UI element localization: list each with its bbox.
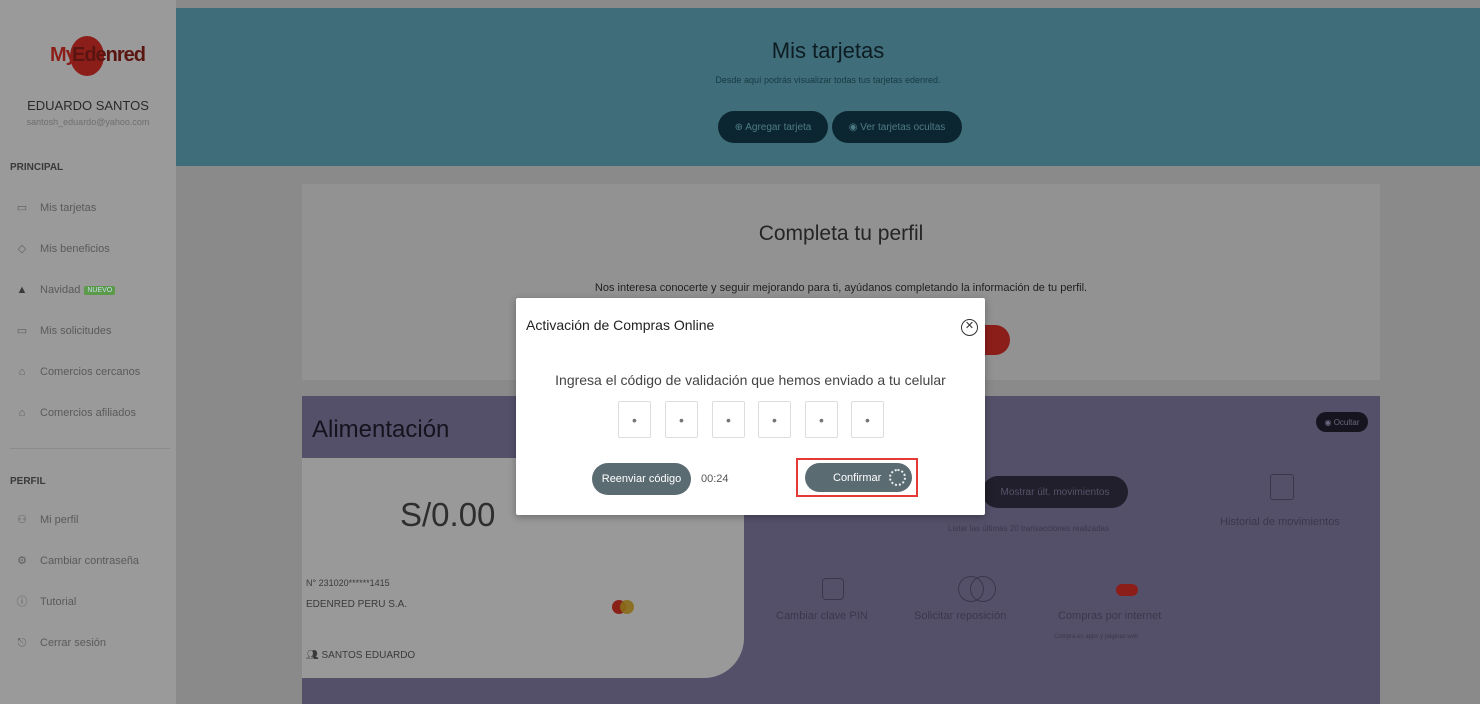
hide-card-button[interactable]: ◉ Ocultar (1316, 412, 1368, 432)
card-holder-name: SANTOS EDUARDO (321, 650, 416, 661)
otp-digit-4[interactable] (758, 401, 791, 438)
modal-instruction: Ingresa el código de validación que hemo… (555, 372, 946, 388)
confirm-button[interactable]: Confirmar (805, 463, 912, 492)
pin-card-icon[interactable] (822, 578, 844, 600)
change-pin-label[interactable]: Cambiar clave PIN (776, 610, 868, 622)
sidebar-item-cambiar-contrasena[interactable]: ⚙ Cambiar contraseña (16, 553, 139, 569)
replacement-icon-right (970, 576, 996, 602)
section-principal: PRINCIPAL (10, 162, 64, 173)
calendar-icon[interactable] (1270, 474, 1294, 500)
sidebar-item-label: Mis solicitudes (40, 325, 112, 337)
sidebar-item-label: Mis tarjetas (40, 202, 97, 214)
info-icon: ⓘ (16, 596, 28, 608)
sidebar-item-comercios-cercanos[interactable]: ⌂ Comercios cercanos (16, 364, 141, 380)
user-email: santosh_eduardo@yahoo.com (26, 117, 150, 127)
user-name: EDUARDO SANTOS (27, 98, 149, 113)
card-icon: ▭ (16, 325, 28, 337)
sidebar-divider (10, 448, 170, 449)
store-icon: ⌂ (18, 407, 26, 419)
sidebar-item-label: Mi perfil (40, 514, 79, 526)
movements-subtitle: Listar las últimas 20 transacciones real… (948, 524, 1109, 533)
tag-icon: ◇ (17, 243, 27, 255)
confirm-button-label: Confirmar (833, 471, 882, 484)
gear-icon: ⚙ (17, 555, 27, 567)
replacement-label[interactable]: Solicitar reposición (914, 610, 1006, 622)
online-activation-modal: Activación de Compras Online ✕ Ingresa e… (516, 298, 985, 515)
complete-profile-button[interactable] (982, 325, 1010, 355)
otp-digit-6[interactable] (851, 401, 884, 438)
page-title: Mis tarjetas (771, 38, 885, 63)
sidebar-item-label: Cerrar sesión (40, 637, 107, 649)
close-icon[interactable]: ✕ (961, 319, 978, 336)
add-card-button[interactable]: ⊕ Agregar tarjeta (718, 111, 828, 143)
section-perfil: PERFIL (10, 476, 46, 487)
sidebar-item-label: Comercios afiliados (40, 407, 136, 419)
sidebar-item-cerrar-sesion[interactable]: ⎋ Cerrar sesión (16, 635, 106, 651)
profile-title: Completa tu perfil (758, 222, 924, 245)
edenred-logo[interactable]: My Edenred (44, 36, 146, 76)
history-label[interactable]: Historial de movimientos (1220, 516, 1340, 528)
page-header: Mis tarjetas Desde aquí podrás visualiza… (176, 8, 1480, 166)
sidebar-item-comercios-afiliados[interactable]: ⌂ Comercios afiliados (16, 405, 136, 421)
sidebar-item-navidad[interactable]: ▲ Navidad NUEVO (16, 282, 116, 298)
sidebar-item-mis-tarjetas[interactable]: ▭ Mis tarjetas (16, 200, 96, 216)
logout-icon: ⎋ (17, 637, 27, 649)
location-icon: ⌂ (18, 366, 26, 378)
online-purchases-toggle[interactable] (1116, 584, 1138, 596)
loading-spinner-icon (889, 469, 906, 486)
internet-purchases-subtitle: Compra en apps y páginas web (1054, 634, 1139, 640)
mastercard-logo-right (620, 600, 634, 614)
sidebar-item-label: Navidad (40, 284, 81, 296)
sidebar-item-label: Mis beneficios (40, 243, 110, 255)
card-company: EDENRED PERU S.A. (306, 599, 408, 610)
hidden-cards-button[interactable]: ◉ Ver tarjetas ocultas (832, 111, 962, 143)
otp-digit-1[interactable] (618, 401, 651, 438)
sidebar-item-mi-perfil[interactable]: ⚇ Mi perfil (16, 512, 79, 528)
logo-text-edenred: Edenred (72, 44, 146, 66)
internet-purchases-label: Compras por internet (1058, 610, 1162, 622)
sidebar-item-mis-beneficios[interactable]: ◇ Mis beneficios (16, 241, 110, 257)
sidebar-item-label: Comercios cercanos (40, 366, 141, 378)
sidebar-item-tutorial[interactable]: ⓘ Tutorial (16, 594, 77, 610)
sidebar-item-label: Cambiar contraseña (40, 555, 140, 567)
countdown-timer: 00:24 (701, 473, 729, 485)
page-subtitle: Desde aquí podrás visualizar todas tus t… (715, 75, 941, 85)
tree-icon: ▲ (16, 284, 28, 296)
new-badge: NUEVO (84, 285, 116, 295)
card-holder: 👥︎ SANTOS EDUARDO (306, 650, 415, 661)
sidebar-item-mis-solicitudes[interactable]: ▭ Mis solicitudes (16, 323, 112, 339)
card-number: N° 231020******1415 (306, 578, 390, 588)
balance: S/0.00 (400, 496, 496, 533)
user-group-icon: 👥︎ (306, 650, 322, 661)
sidebar: My Edenred EDUARDO SANTOS santosh_eduard… (0, 0, 176, 704)
otp-digit-5[interactable] (805, 401, 838, 438)
otp-digit-3[interactable] (712, 401, 745, 438)
sidebar-item-label: Tutorial (40, 596, 77, 608)
otp-digit-2[interactable] (665, 401, 698, 438)
card-icon: ▭ (16, 202, 28, 214)
user-icon: ⚇ (17, 514, 27, 526)
benefit-name: Alimentación (312, 416, 450, 443)
show-movements-button[interactable]: Mostrar últ. movimientos (982, 476, 1128, 508)
resend-code-button[interactable]: Reenviar código (592, 463, 691, 495)
profile-text: Nos interesa conocerte y seguir mejorand… (594, 282, 1088, 294)
modal-title: Activación de Compras Online (526, 317, 715, 333)
